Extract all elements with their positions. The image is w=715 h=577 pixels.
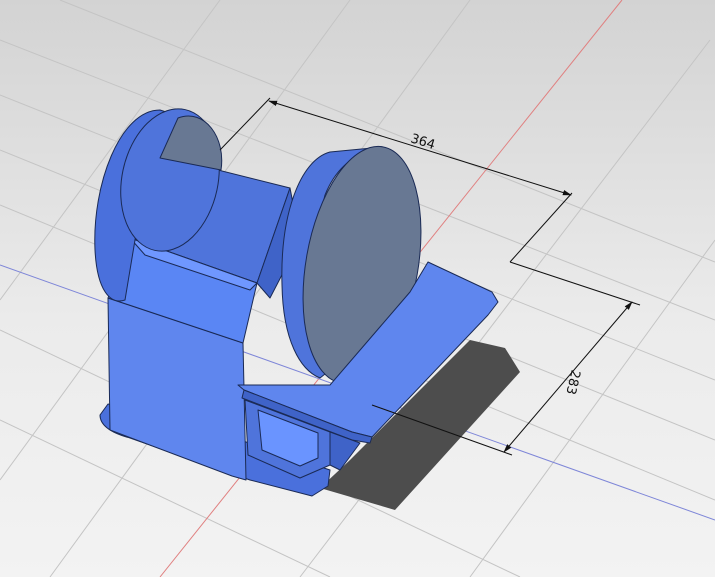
dimension-height-label: 283 [562,368,582,396]
cad-viewport[interactable]: 364 283 [0,0,715,577]
scene-canvas[interactable]: 364 283 [0,0,715,577]
dimension-width-label: 364 [409,131,437,153]
